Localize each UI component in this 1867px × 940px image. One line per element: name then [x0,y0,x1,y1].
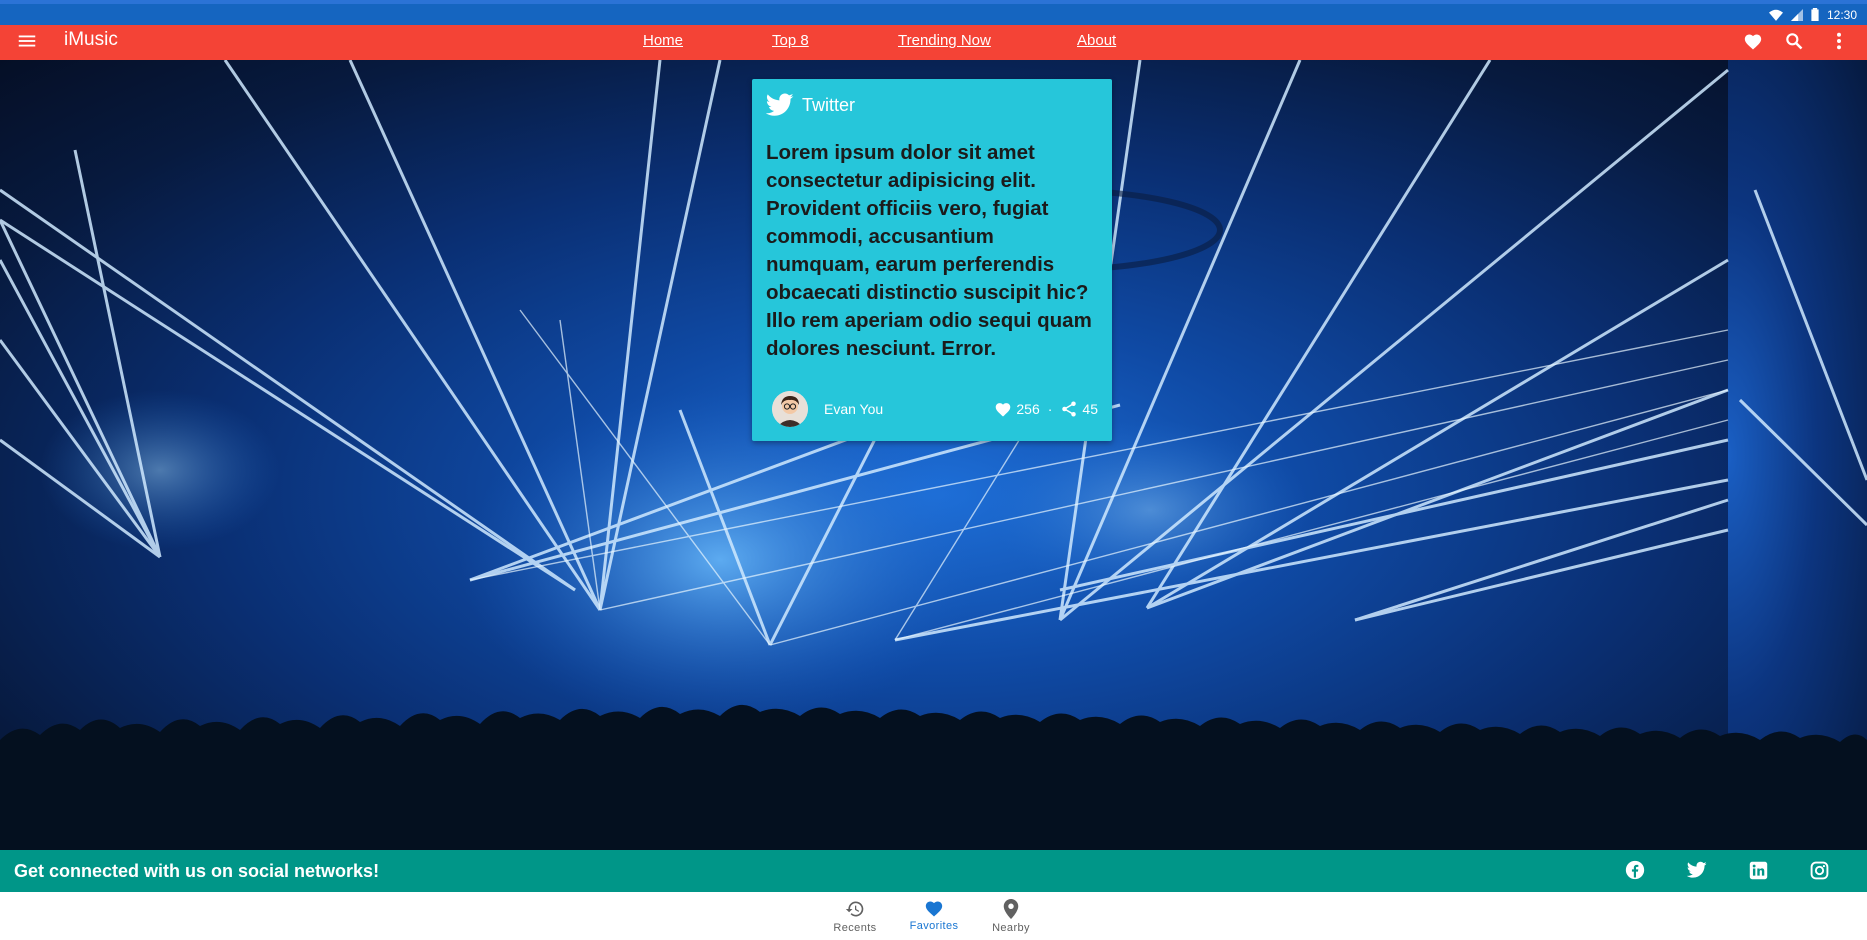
nav-link-home[interactable]: Home [643,31,683,51]
status-time: 12:30 [1826,7,1857,22]
crowd-silhouette [0,704,1867,850]
share-button[interactable] [1060,400,1078,418]
tweet-card-title: Twitter [802,95,856,115]
social-footer: Get connected with us on social networks… [0,850,1867,892]
nav-link-trending-now[interactable]: Trending Now [898,31,991,51]
facebook-link[interactable] [1624,859,1646,881]
bottom-navigation: Recents Favorites Nearby [0,892,1867,940]
location-pin-icon [1003,899,1019,919]
stats-separator: · [1047,401,1053,417]
signal-icon [1790,8,1803,21]
twitter-link[interactable] [1686,859,1708,881]
bottom-nav-nearby[interactable]: Nearby [976,899,1046,935]
share-icon [1062,401,1077,417]
more-vert-icon [1837,32,1841,50]
tweet-card: Twitter Lorem ipsum dolor sit amet conse… [752,79,1112,441]
heart-icon [1744,34,1762,50]
history-icon [845,901,864,917]
linkedin-link[interactable] [1747,859,1769,881]
search-button[interactable] [1782,29,1806,53]
author-avatar[interactable] [772,391,808,427]
more-options-button[interactable] [1827,29,1851,53]
instagram-link[interactable] [1808,859,1830,881]
top-nav: Home Top 8 Trending Now About [0,31,1867,51]
author-name[interactable]: Evan You [824,400,883,418]
battery-icon [1811,8,1819,21]
linkedin-icon [1749,861,1767,879]
app-bar: iMusic Home Top 8 Trending Now About [0,25,1867,60]
bottom-nav-recents-label: Recents [833,922,877,934]
nav-link-top-8[interactable]: Top 8 [772,31,809,51]
tweet-text: Lorem ipsum dolor sit amet consectetur a… [766,141,1092,360]
twitter-icon [766,93,794,116]
twitter-icon [1687,861,1707,878]
facebook-icon [1625,860,1645,880]
like-count: 256 [1016,401,1040,417]
heart-icon [996,403,1011,417]
status-bar: 12:30 [0,0,1867,25]
instagram-icon [1810,861,1828,879]
bottom-nav-favorites-label: Favorites [909,920,959,932]
favorite-button[interactable] [1741,29,1765,53]
tweet-card-footer: Evan You 256 · 45 [772,391,1098,427]
tweet-card-header: Twitter [766,93,855,117]
heart-icon [925,901,943,917]
bottom-nav-favorites[interactable]: Favorites [899,899,969,935]
wifi-icon [1768,9,1783,21]
like-button[interactable] [994,401,1012,417]
tweet-stats: 256 · 45 [994,399,1098,419]
bottom-nav-recents[interactable]: Recents [820,899,890,935]
nav-link-about[interactable]: About [1077,31,1116,51]
social-footer-text: Get connected with us on social networks… [14,861,380,881]
avatar-image [772,391,808,427]
bottom-nav-nearby-label: Nearby [992,922,1030,934]
search-icon [1786,33,1803,50]
share-count: 45 [1082,401,1098,417]
